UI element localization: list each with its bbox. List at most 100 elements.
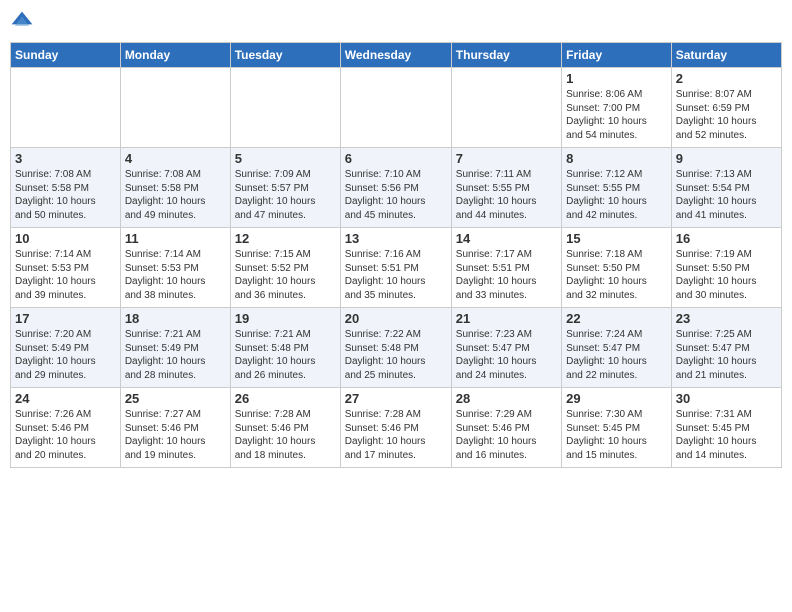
- day-cell: 27 Sunrise: 7:28 AM Sunset: 5:46 PM Dayli…: [340, 388, 451, 468]
- day-info: Sunrise: 7:24 AM Sunset: 5:47 PM Dayligh…: [566, 328, 667, 382]
- day-info: Sunrise: 7:20 AM Sunset: 5:49 PM Dayligh…: [15, 328, 116, 382]
- header: [10, 10, 782, 34]
- day-info: Sunrise: 8:06 AM Sunset: 7:00 PM Dayligh…: [566, 88, 667, 142]
- day-cell: 8 Sunrise: 7:12 AM Sunset: 5:55 PM Daylig…: [562, 148, 672, 228]
- day-number: 25: [125, 391, 226, 406]
- day-cell: 14 Sunrise: 7:17 AM Sunset: 5:51 PM Dayli…: [451, 228, 561, 308]
- day-info: Sunrise: 7:28 AM Sunset: 5:46 PM Dayligh…: [345, 408, 447, 462]
- day-cell: 13Sunrise: 7:16 AM Sunset: 5:51 PM Dayli…: [340, 228, 451, 308]
- day-number: 29: [566, 391, 667, 406]
- day-info: Sunrise: 7:08 AM Sunset: 5:58 PM Dayligh…: [15, 168, 116, 222]
- day-number: 10: [15, 231, 116, 246]
- day-cell: 29 Sunrise: 7:30 AM Sunset: 5:45 PM Dayli…: [562, 388, 672, 468]
- day-cell: 3 Sunrise: 7:08 AM Sunset: 5:58 PM Daylig…: [11, 148, 121, 228]
- day-number: 15: [566, 231, 667, 246]
- day-number: 24: [15, 391, 116, 406]
- day-cell: 19 Sunrise: 7:21 AM Sunset: 5:48 PM Dayli…: [230, 308, 340, 388]
- day-cell: 10 Sunrise: 7:14 AM Sunset: 5:53 PM Dayli…: [11, 228, 121, 308]
- day-cell: 12 Sunrise: 7:15 AM Sunset: 5:52 PM Dayli…: [230, 228, 340, 308]
- day-cell: [230, 68, 340, 148]
- day-number: 12: [235, 231, 336, 246]
- day-info: Sunrise: 7:09 AM Sunset: 5:57 PM Dayligh…: [235, 168, 336, 222]
- day-cell: [11, 68, 121, 148]
- week-row-4: 17 Sunrise: 7:20 AM Sunset: 5:49 PM Dayli…: [11, 308, 782, 388]
- day-cell: 1 Sunrise: 8:06 AM Sunset: 7:00 PM Daylig…: [562, 68, 672, 148]
- day-number: 30: [676, 391, 777, 406]
- day-cell: 4Sunrise: 7:08 AM Sunset: 5:58 PM Daylig…: [120, 148, 230, 228]
- day-cell: 20 Sunrise: 7:22 AM Sunset: 5:48 PM Dayli…: [340, 308, 451, 388]
- day-info: Sunrise: 7:13 AM Sunset: 5:54 PM Dayligh…: [676, 168, 777, 222]
- week-row-2: 3 Sunrise: 7:08 AM Sunset: 5:58 PM Daylig…: [11, 148, 782, 228]
- weekday-header-row: SundayMondayTuesdayWednesdayThursdayFrid…: [11, 43, 782, 68]
- day-cell: 30 Sunrise: 7:31 AM Sunset: 5:45 PM Dayli…: [671, 388, 781, 468]
- day-cell: 26Sunrise: 7:28 AM Sunset: 5:46 PM Dayli…: [230, 388, 340, 468]
- logo: [10, 10, 38, 34]
- day-cell: 15 Sunrise: 7:18 AM Sunset: 5:50 PM Dayli…: [562, 228, 672, 308]
- day-number: 3: [15, 151, 116, 166]
- day-info: Sunrise: 7:11 AM Sunset: 5:55 PM Dayligh…: [456, 168, 557, 222]
- day-info: Sunrise: 7:17 AM Sunset: 5:51 PM Dayligh…: [456, 248, 557, 302]
- weekday-header-friday: Friday: [562, 43, 672, 68]
- day-cell: 22 Sunrise: 7:24 AM Sunset: 5:47 PM Dayli…: [562, 308, 672, 388]
- day-info: Sunrise: 7:10 AM Sunset: 5:56 PM Dayligh…: [345, 168, 447, 222]
- day-cell: [340, 68, 451, 148]
- logo-icon: [10, 10, 34, 34]
- week-row-1: 1 Sunrise: 8:06 AM Sunset: 7:00 PM Daylig…: [11, 68, 782, 148]
- day-number: 8: [566, 151, 667, 166]
- weekday-header-saturday: Saturday: [671, 43, 781, 68]
- day-cell: 6 Sunrise: 7:10 AM Sunset: 5:56 PM Daylig…: [340, 148, 451, 228]
- day-info: Sunrise: 7:29 AM Sunset: 5:46 PM Dayligh…: [456, 408, 557, 462]
- calendar-table: SundayMondayTuesdayWednesdayThursdayFrid…: [10, 42, 782, 468]
- day-info: Sunrise: 7:28 AM Sunset: 5:46 PM Dayligh…: [235, 408, 336, 462]
- day-cell: [451, 68, 561, 148]
- day-info: Sunrise: 7:14 AM Sunset: 5:53 PM Dayligh…: [125, 248, 226, 302]
- day-info: Sunrise: 7:22 AM Sunset: 5:48 PM Dayligh…: [345, 328, 447, 382]
- day-cell: 7Sunrise: 7:11 AM Sunset: 5:55 PM Daylig…: [451, 148, 561, 228]
- day-info: Sunrise: 8:07 AM Sunset: 6:59 PM Dayligh…: [676, 88, 777, 142]
- day-info: Sunrise: 7:18 AM Sunset: 5:50 PM Dayligh…: [566, 248, 667, 302]
- day-cell: 23 Sunrise: 7:25 AM Sunset: 5:47 PM Dayli…: [671, 308, 781, 388]
- day-cell: 25Sunrise: 7:27 AM Sunset: 5:46 PM Dayli…: [120, 388, 230, 468]
- week-row-5: 24 Sunrise: 7:26 AM Sunset: 5:46 PM Dayli…: [11, 388, 782, 468]
- day-number: 21: [456, 311, 557, 326]
- day-info: Sunrise: 7:23 AM Sunset: 5:47 PM Dayligh…: [456, 328, 557, 382]
- day-number: 9: [676, 151, 777, 166]
- week-row-3: 10 Sunrise: 7:14 AM Sunset: 5:53 PM Dayli…: [11, 228, 782, 308]
- day-info: Sunrise: 7:25 AM Sunset: 5:47 PM Dayligh…: [676, 328, 777, 382]
- day-number: 18: [125, 311, 226, 326]
- day-number: 28: [456, 391, 557, 406]
- day-cell: 9 Sunrise: 7:13 AM Sunset: 5:54 PM Daylig…: [671, 148, 781, 228]
- day-cell: 16Sunrise: 7:19 AM Sunset: 5:50 PM Dayli…: [671, 228, 781, 308]
- day-number: 6: [345, 151, 447, 166]
- day-cell: 5Sunrise: 7:09 AM Sunset: 5:57 PM Daylig…: [230, 148, 340, 228]
- weekday-header-monday: Monday: [120, 43, 230, 68]
- weekday-header-thursday: Thursday: [451, 43, 561, 68]
- day-number: 23: [676, 311, 777, 326]
- day-info: Sunrise: 7:31 AM Sunset: 5:45 PM Dayligh…: [676, 408, 777, 462]
- day-cell: 17 Sunrise: 7:20 AM Sunset: 5:49 PM Dayli…: [11, 308, 121, 388]
- day-number: 2: [676, 71, 777, 86]
- day-number: 16: [676, 231, 777, 246]
- day-info: Sunrise: 7:21 AM Sunset: 5:49 PM Dayligh…: [125, 328, 226, 382]
- day-cell: 24 Sunrise: 7:26 AM Sunset: 5:46 PM Dayli…: [11, 388, 121, 468]
- day-cell: 2 Sunrise: 8:07 AM Sunset: 6:59 PM Daylig…: [671, 68, 781, 148]
- day-number: 22: [566, 311, 667, 326]
- day-number: 14: [456, 231, 557, 246]
- day-number: 17: [15, 311, 116, 326]
- day-info: Sunrise: 7:21 AM Sunset: 5:48 PM Dayligh…: [235, 328, 336, 382]
- day-number: 20: [345, 311, 447, 326]
- day-info: Sunrise: 7:30 AM Sunset: 5:45 PM Dayligh…: [566, 408, 667, 462]
- day-number: 11: [125, 231, 226, 246]
- day-cell: 18 Sunrise: 7:21 AM Sunset: 5:49 PM Dayli…: [120, 308, 230, 388]
- day-number: 1: [566, 71, 667, 86]
- day-info: Sunrise: 7:15 AM Sunset: 5:52 PM Dayligh…: [235, 248, 336, 302]
- day-cell: 28 Sunrise: 7:29 AM Sunset: 5:46 PM Dayli…: [451, 388, 561, 468]
- day-info: Sunrise: 7:26 AM Sunset: 5:46 PM Dayligh…: [15, 408, 116, 462]
- day-number: 4: [125, 151, 226, 166]
- day-info: Sunrise: 7:12 AM Sunset: 5:55 PM Dayligh…: [566, 168, 667, 222]
- day-number: 27: [345, 391, 447, 406]
- day-cell: 21 Sunrise: 7:23 AM Sunset: 5:47 PM Dayli…: [451, 308, 561, 388]
- day-info: Sunrise: 7:14 AM Sunset: 5:53 PM Dayligh…: [15, 248, 116, 302]
- weekday-header-sunday: Sunday: [11, 43, 121, 68]
- day-number: 19: [235, 311, 336, 326]
